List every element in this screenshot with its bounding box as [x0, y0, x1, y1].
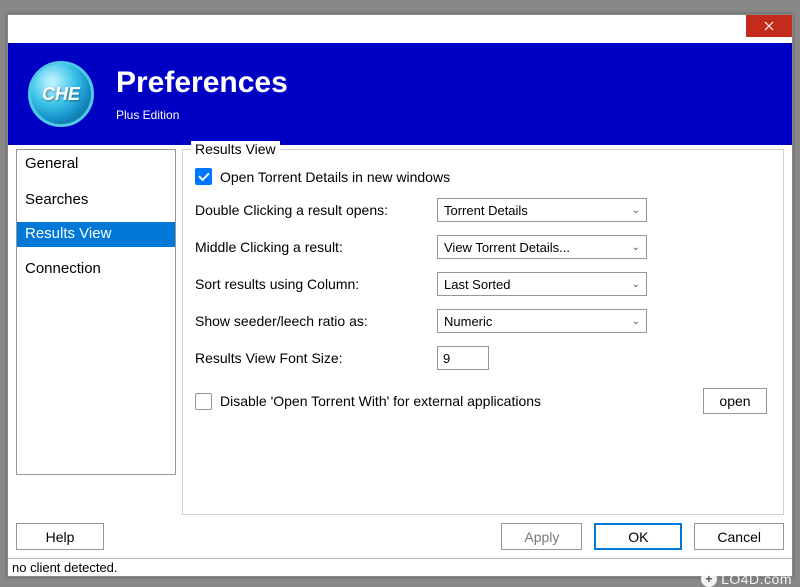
ratio-value: Numeric — [444, 314, 492, 329]
middle-click-label: Middle Clicking a result: — [195, 239, 437, 255]
app-logo: CHE — [28, 61, 94, 127]
cancel-button[interactable]: Cancel — [694, 523, 784, 550]
sidebar-item-connection[interactable]: Connection — [17, 255, 175, 291]
sidebar-item-searches[interactable]: Searches — [17, 186, 175, 222]
apply-button[interactable]: Apply — [501, 523, 582, 550]
font-size-label: Results View Font Size: — [195, 350, 437, 366]
open-new-windows-label: Open Torrent Details in new windows — [220, 169, 450, 185]
sidebar-item-results-view[interactable]: Results View — [17, 222, 175, 247]
disable-open-with-label: Disable 'Open Torrent With' for external… — [220, 393, 541, 409]
open-new-windows-row: Open Torrent Details in new windows — [195, 168, 767, 185]
close-icon — [764, 21, 774, 31]
sort-column-label: Sort results using Column: — [195, 276, 437, 292]
middle-click-select[interactable]: View Torrent Details... ⌄ — [437, 235, 647, 259]
sort-column-value: Last Sorted — [444, 277, 511, 292]
groupbox-title: Results View — [191, 141, 280, 157]
disable-open-with-row: Disable 'Open Torrent With' for external… — [195, 388, 767, 414]
open-button[interactable]: open — [703, 388, 767, 414]
middle-click-row: Middle Clicking a result: View Torrent D… — [195, 235, 767, 259]
sidebar: General Searches Results View Connection — [16, 149, 176, 475]
chevron-down-icon: ⌄ — [632, 242, 640, 253]
font-size-row: Results View Font Size: 9 — [195, 346, 767, 370]
open-new-windows-checkbox[interactable] — [195, 168, 212, 185]
page-subtitle: Plus Edition — [116, 108, 288, 122]
sidebar-item-general[interactable]: General — [17, 150, 175, 186]
watermark-plus-icon: + — [701, 571, 717, 587]
chevron-down-icon: ⌄ — [632, 205, 640, 216]
body: General Searches Results View Connection… — [8, 145, 792, 519]
preferences-window: CHE Preferences Plus Edition General Sea… — [7, 14, 793, 577]
double-click-value: Torrent Details — [444, 203, 528, 218]
content-panel: Results View Open Torrent Details in new… — [182, 149, 784, 515]
double-click-select[interactable]: Torrent Details ⌄ — [437, 198, 647, 222]
watermark-text: LO4D.com — [721, 571, 792, 587]
help-button[interactable]: Help — [16, 523, 104, 550]
ratio-row: Show seeder/leech ratio as: Numeric ⌄ — [195, 309, 767, 333]
button-bar: Help Apply OK Cancel — [8, 519, 792, 558]
font-size-input[interactable]: 9 — [437, 346, 489, 370]
ratio-label: Show seeder/leech ratio as: — [195, 313, 437, 329]
page-title: Preferences — [116, 66, 288, 100]
middle-click-value: View Torrent Details... — [444, 240, 570, 255]
header-text: Preferences Plus Edition — [116, 66, 288, 122]
double-click-row: Double Clicking a result opens: Torrent … — [195, 198, 767, 222]
ok-button[interactable]: OK — [594, 523, 682, 550]
watermark: + LO4D.com — [701, 571, 792, 587]
disable-open-with-checkbox[interactable] — [195, 393, 212, 410]
ratio-select[interactable]: Numeric ⌄ — [437, 309, 647, 333]
sort-column-row: Sort results using Column: Last Sorted ⌄ — [195, 272, 767, 296]
header: CHE Preferences Plus Edition — [8, 43, 792, 145]
chevron-down-icon: ⌄ — [632, 316, 640, 327]
double-click-label: Double Clicking a result opens: — [195, 202, 437, 218]
sort-column-select[interactable]: Last Sorted ⌄ — [437, 272, 647, 296]
status-bar: no client detected. — [8, 558, 792, 576]
chevron-down-icon: ⌄ — [632, 279, 640, 290]
close-button[interactable] — [746, 15, 792, 37]
titlebar — [8, 15, 792, 43]
